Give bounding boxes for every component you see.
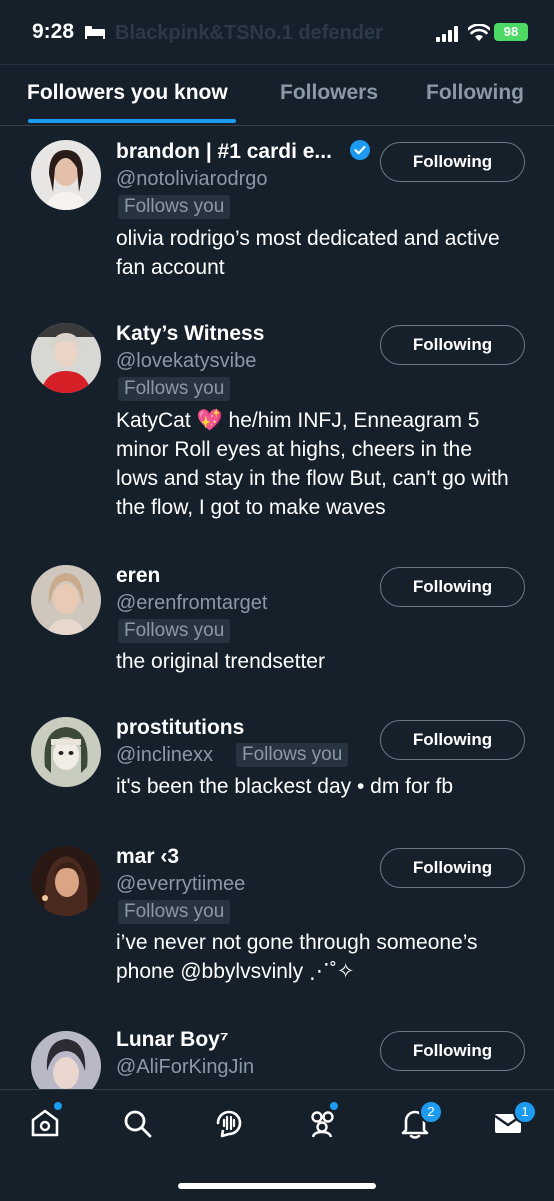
status-time: 9:28	[32, 20, 75, 43]
user-list[interactable]: brandon | #1 cardi e... @notoliviarodrgo…	[0, 125, 554, 1089]
avatar[interactable]	[31, 565, 101, 635]
spaces-icon[interactable]	[212, 1106, 246, 1140]
status-bar: 9:28 Blackpink&TSNo.1 defender 98	[0, 0, 554, 64]
user-display-name[interactable]: eren	[116, 564, 160, 588]
sleep-focus-icon	[85, 26, 105, 39]
home-indicator[interactable]	[178, 1183, 376, 1189]
user-handle: @notoliviarodrgo	[116, 168, 268, 190]
list-item[interactable]: Katy’s Witness @lovekatysvibe Follows yo…	[0, 308, 554, 550]
tab-following[interactable]: Following	[426, 81, 524, 105]
follows-you-badge: Follows you	[236, 743, 349, 767]
list-item[interactable]: brandon | #1 cardi e... @notoliviarodrgo…	[0, 125, 554, 308]
cell-signal-icon	[436, 26, 458, 42]
user-display-name[interactable]: brandon | #1 cardi e...	[116, 140, 332, 164]
avatar[interactable]	[31, 323, 101, 393]
following-button[interactable]: Following	[380, 567, 525, 607]
faded-header-title: Blackpink&TSNo.1 defender	[115, 22, 383, 44]
home-notification-dot	[54, 1102, 62, 1110]
user-display-name[interactable]: prostitutions	[116, 716, 244, 740]
notifications-count-badge: 2	[419, 1100, 443, 1124]
avatar[interactable]	[31, 140, 101, 210]
follows-you-badge: Follows you	[118, 195, 231, 219]
follows-you-badge: Follows you	[118, 619, 231, 643]
user-handle: @inclinexx	[116, 744, 214, 766]
following-button[interactable]: Following	[380, 848, 525, 888]
follows-you-badge: Follows you	[118, 900, 231, 924]
user-handle: @AliForKingJin	[116, 1056, 255, 1078]
search-icon[interactable]	[120, 1106, 154, 1140]
user-bio: it's been the blackest day • dm for fb	[116, 775, 454, 798]
user-bio: i’ve never not gone through someone’s ph…	[116, 931, 478, 983]
avatar[interactable]	[31, 717, 101, 787]
user-display-name[interactable]: Katy’s Witness	[116, 322, 264, 346]
list-item[interactable]: Lunar Boy⁷ @AliForKingJin Following	[0, 1023, 554, 1089]
user-bio: olivia rodrigo’s most dedicated and acti…	[116, 227, 500, 279]
user-handle: @everrytiimee	[116, 873, 246, 895]
user-handle: @lovekatysvibe	[116, 350, 257, 372]
tab-followers[interactable]: Followers	[280, 81, 378, 105]
following-button[interactable]: Following	[380, 142, 525, 182]
verified-badge-icon	[350, 140, 370, 160]
avatar[interactable]	[31, 846, 101, 916]
following-button[interactable]: Following	[380, 720, 525, 760]
communities-notification-dot	[330, 1102, 338, 1110]
active-tab-indicator	[28, 119, 236, 123]
list-item[interactable]: eren @erenfromtarget Follows you the ori…	[0, 550, 554, 705]
battery-indicator: 98	[494, 23, 528, 41]
messages-count-badge: 1	[513, 1100, 537, 1124]
communities-icon[interactable]	[305, 1106, 339, 1140]
following-button[interactable]: Following	[380, 1031, 525, 1071]
list-item[interactable]: prostitutions @inclinexx Follows you it'…	[0, 705, 554, 833]
avatar[interactable]	[31, 1031, 101, 1089]
follows-you-badge: Follows you	[118, 377, 231, 401]
user-bio: KatyCat 💖 he/him INFJ, Enneagram 5 minor…	[116, 409, 509, 519]
user-display-name[interactable]: mar ‹3	[116, 845, 179, 869]
user-bio: the original trendsetter	[116, 650, 325, 673]
following-button[interactable]: Following	[380, 325, 525, 365]
home-icon[interactable]	[28, 1106, 62, 1140]
user-handle: @erenfromtarget	[116, 592, 268, 614]
wifi-icon	[468, 24, 490, 41]
user-display-name[interactable]: Lunar Boy⁷	[116, 1028, 229, 1052]
tab-followers-you-know[interactable]: Followers you know	[27, 81, 228, 105]
list-item[interactable]: mar ‹3 @everrytiimee Follows you i’ve ne…	[0, 833, 554, 1023]
tab-bar: Followers you know Followers Following	[0, 64, 554, 126]
